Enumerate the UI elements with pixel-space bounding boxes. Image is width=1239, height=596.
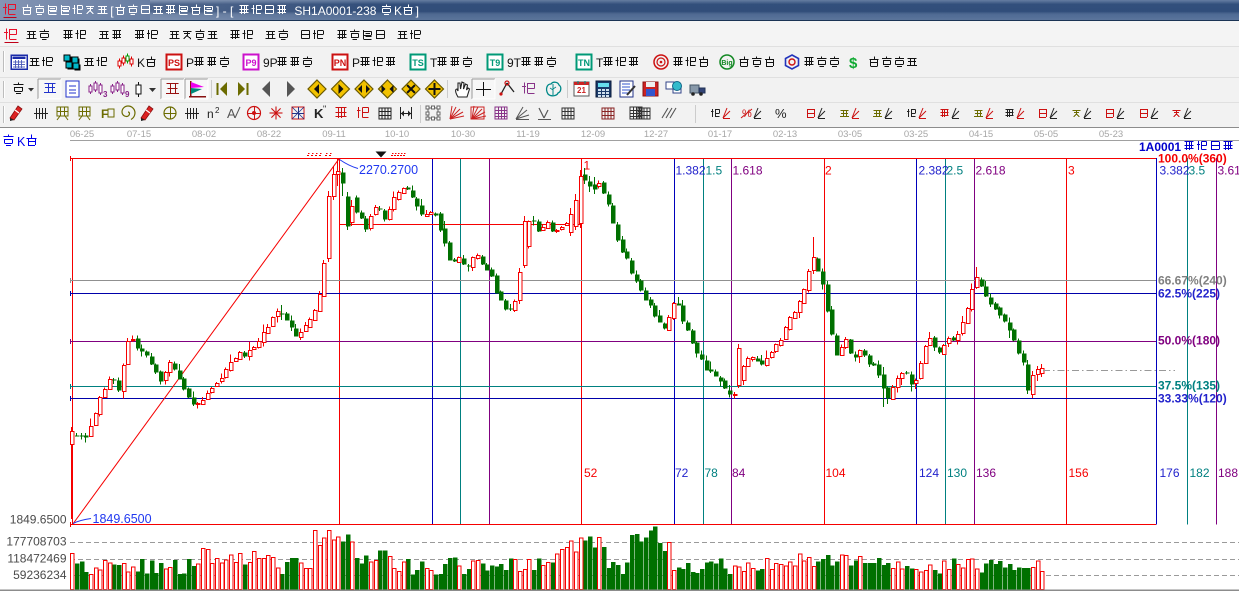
svg-text:1.618: 1.618 (733, 164, 763, 178)
svg-text:66.67%(240): 66.67%(240) (1158, 274, 1227, 288)
svg-text:08-22: 08-22 (257, 129, 281, 140)
svg-text:04-15: 04-15 (969, 129, 993, 140)
svg-text:TN: TN (578, 58, 590, 68)
svg-text:K: K (137, 56, 145, 70)
svg-text:2: 2 (825, 164, 832, 178)
svg-text:72: 72 (675, 466, 689, 480)
svg-text:37.5%(135): 37.5%(135) (1158, 379, 1220, 393)
svg-text:1849.6500: 1849.6500 (93, 512, 152, 526)
svg-text:104: 104 (826, 466, 846, 480)
svg-text:136: 136 (976, 466, 996, 480)
svg-text:05-23: 05-23 (1099, 129, 1123, 140)
svg-text:62.5%(225): 62.5%(225) (1158, 287, 1220, 301)
svg-text:9T: 9T (507, 56, 522, 70)
svg-text:03-05: 03-05 (838, 129, 862, 140)
svg-text:PN: PN (334, 58, 347, 68)
svg-text:12-27: 12-27 (644, 129, 668, 140)
svg-text:9P: 9P (263, 56, 278, 70)
svg-text:08-02: 08-02 (192, 129, 216, 140)
svg-text:06-25: 06-25 (70, 129, 94, 140)
svg-text:K: K (394, 4, 402, 18)
svg-text:118472469: 118472469 (7, 551, 67, 565)
svg-text:T: T (596, 56, 604, 70)
svg-text:3: 3 (103, 90, 108, 99)
svg-text:84: 84 (732, 466, 746, 480)
svg-text:3.382: 3.382 (1160, 164, 1190, 178)
svg-text:2.5: 2.5 (947, 164, 964, 178)
svg-text:3.618: 3.618 (1218, 164, 1239, 178)
svg-text:188: 188 (1218, 466, 1238, 480)
svg-text:9: 9 (125, 90, 130, 99)
svg-text:T: T (430, 56, 438, 70)
svg-text:%: % (775, 106, 787, 121)
svg-text:124: 124 (919, 466, 939, 480)
svg-text:2: 2 (215, 106, 220, 115)
svg-text:": " (323, 104, 326, 114)
svg-text:52: 52 (584, 466, 598, 480)
svg-text:10-10: 10-10 (385, 129, 409, 140)
svg-text:182: 182 (1190, 466, 1210, 480)
svg-text:A: A (227, 106, 236, 121)
svg-text:K: K (17, 135, 26, 149)
svg-text:P9: P9 (245, 58, 256, 68)
svg-text:1.5: 1.5 (706, 164, 723, 178)
svg-text:177708703: 177708703 (6, 535, 66, 549)
svg-text:01-17: 01-17 (708, 129, 732, 140)
svg-text:$: $ (849, 55, 858, 72)
svg-text:Big: Big (721, 60, 732, 67)
svg-text:P: P (186, 56, 194, 70)
svg-text:P: P (352, 56, 360, 70)
svg-text:TS: TS (412, 58, 424, 68)
svg-text:SH1A0001-238: SH1A0001-238 (294, 4, 376, 18)
svg-text:09-11: 09-11 (322, 129, 346, 140)
svg-text:T9: T9 (490, 58, 501, 68)
svg-text:07-15: 07-15 (127, 129, 151, 140)
svg-text:02-13: 02-13 (773, 129, 797, 140)
svg-text:130: 130 (947, 466, 967, 480)
svg-text:F: F (101, 107, 108, 121)
svg-text:1849.6500: 1849.6500 (10, 513, 67, 527)
svg-text:59236234: 59236234 (13, 568, 67, 582)
svg-text:03-25: 03-25 (904, 129, 928, 140)
svg-text:] - [: ] - [ (216, 4, 234, 18)
svg-text:11-19: 11-19 (516, 129, 540, 140)
svg-text:05-05: 05-05 (1034, 129, 1058, 140)
svg-text:3: 3 (1068, 164, 1075, 178)
svg-text:156: 156 (1069, 466, 1089, 480)
svg-text:50.0%(180): 50.0%(180) (1158, 334, 1220, 348)
svg-text:33.33%(120): 33.33%(120) (1158, 392, 1227, 406)
svg-text:3.5: 3.5 (1189, 164, 1206, 178)
svg-text:21: 21 (577, 86, 586, 95)
svg-text:1.382: 1.382 (676, 164, 706, 178)
svg-text:176: 176 (1160, 466, 1180, 480)
svg-text:2270.2700: 2270.2700 (359, 163, 418, 177)
svg-text:78: 78 (705, 466, 719, 480)
svg-text:10-30: 10-30 (451, 129, 475, 140)
svg-text:2.382: 2.382 (919, 164, 949, 178)
svg-text:PS: PS (168, 58, 180, 68)
svg-text:2.618: 2.618 (976, 164, 1006, 178)
svg-text:12-09: 12-09 (581, 129, 605, 140)
svg-text:n: n (207, 107, 214, 121)
svg-text:]: ] (416, 4, 419, 18)
